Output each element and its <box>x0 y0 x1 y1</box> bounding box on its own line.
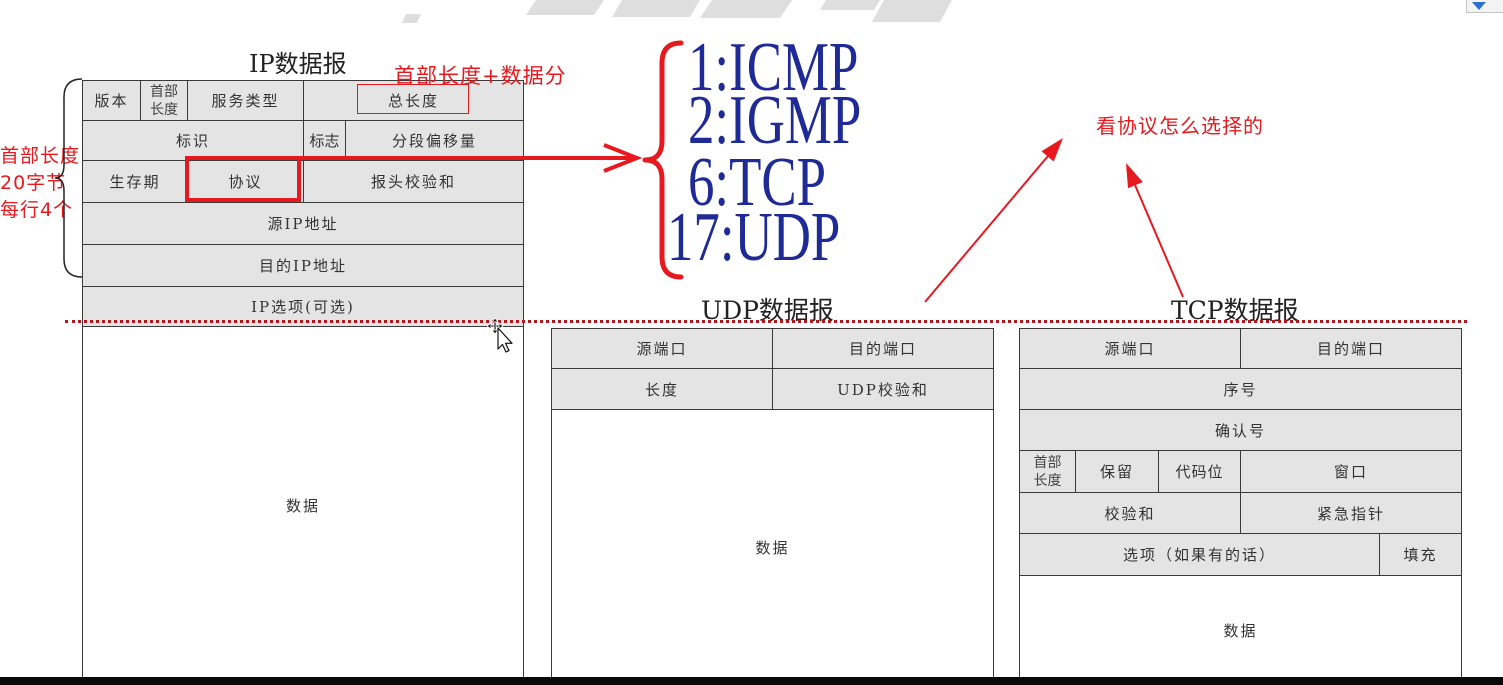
udp-destination-port-cell: 目的端口 <box>772 328 994 369</box>
move-arrow-left <box>487 322 492 330</box>
section-divider-dotted-line <box>65 320 1467 323</box>
udp-checksum-cell: UDP校验和 <box>772 368 994 410</box>
udp-length-cell: 长度 <box>551 368 773 410</box>
header-length-note: 首部长度 20字节 每行4个 <box>0 143 80 224</box>
move-arrow-down <box>491 329 499 335</box>
header-length-note-line-2: 20字节 <box>0 172 67 194</box>
tcp-padding-cell: 填充 <box>1379 533 1462 576</box>
ip-header-length-line-2: 长度 <box>150 101 178 118</box>
ip-header-length-cell: 首部 长度 <box>140 80 188 121</box>
protocol-selection-note: 看协议怎么选择的 <box>1096 114 1264 138</box>
chevron-down-icon <box>1472 2 1486 10</box>
tcp-to-note-arrow-head <box>1126 163 1143 189</box>
move-cursor-icon <box>487 318 513 353</box>
bottom-bar <box>0 677 1503 685</box>
tcp-window-cell: 窗口 <box>1240 450 1462 493</box>
move-arrow-right <box>498 322 504 330</box>
tcp-sequence-number-cell: 序号 <box>1019 368 1462 410</box>
header-length-note-line-3: 每行4个 <box>0 199 74 221</box>
ip-identification-cell: 标识 <box>82 120 304 161</box>
tcp-data-cell: 数据 <box>1019 575 1462 685</box>
ip-ttl-cell: 生存期 <box>82 160 188 203</box>
tcp-source-port-cell: 源端口 <box>1019 328 1241 369</box>
ip-source-address-cell: 源IP地址 <box>82 202 524 245</box>
tcp-options-cell: 选项（如果有的话） <box>1019 533 1380 576</box>
ip-datagram-title: IP数据报 <box>249 50 347 78</box>
watermark-shape <box>526 0 604 15</box>
watermark-shape <box>820 0 880 10</box>
tcp-destination-port-cell: 目的端口 <box>1240 328 1462 369</box>
watermark-shape <box>700 0 792 18</box>
tcp-urgent-pointer-cell: 紧急指针 <box>1240 492 1462 534</box>
udp-source-port-cell: 源端口 <box>551 328 773 369</box>
move-cross-bar-v <box>493 321 497 331</box>
udp-to-note-arrow-head <box>1041 138 1063 162</box>
tcp-checksum-cell: 校验和 <box>1019 492 1241 534</box>
tcp-code-bits-cell: 代码位 <box>1158 450 1241 493</box>
tcp-to-note-arrow <box>1126 163 1184 298</box>
tcp-reserved-cell: 保留 <box>1075 450 1159 493</box>
tcp-to-note-arrow-line <box>1134 184 1184 298</box>
tcp-ack-number-cell: 确认号 <box>1019 409 1462 451</box>
watermark-shape <box>612 0 700 17</box>
ip-service-type-cell: 服务类型 <box>187 80 304 121</box>
protocol-highlight-box <box>185 156 301 202</box>
pointer-arrow <box>497 327 513 353</box>
protocol-pointer-arrow-head <box>603 143 643 173</box>
ip-header-length-line-1: 首部 <box>150 83 178 100</box>
move-arrow-up <box>491 318 499 323</box>
protocol-value-udp: 17:UDP <box>667 199 841 276</box>
watermark-shape <box>872 0 952 22</box>
udp-data-cell: 数据 <box>551 409 994 685</box>
total-length-note: 首部长度+数据分 <box>394 64 567 88</box>
ip-flags-cell: 标志 <box>303 120 346 161</box>
ip-fragment-offset-cell: 分段偏移量 <box>345 120 524 161</box>
watermark-shape <box>402 14 421 23</box>
tcp-header-length-line-1: 首部 <box>1033 454 1062 471</box>
header-length-note-line-1: 首部长度 <box>0 145 81 167</box>
watermark <box>402 0 952 23</box>
ip-data-cell: 数据 <box>82 326 524 685</box>
ip-header-checksum-cell: 报头校验和 <box>303 160 524 203</box>
ip-destination-address-cell: 目的IP地址 <box>82 244 524 287</box>
tcp-header-length-cell: 首部 长度 <box>1019 450 1076 493</box>
ip-version-cell: 版本 <box>82 80 141 121</box>
dropdown-icon[interactable] <box>1466 0 1503 13</box>
screen: IP数据报 版本 首部 长度 服务类型 总长度 标识 标志 分段偏移量 生存期 … <box>0 0 1503 685</box>
udp-to-note-arrow <box>924 138 1063 303</box>
tcp-header-length-line-2: 长度 <box>1033 472 1062 489</box>
udp-to-note-arrow-line <box>924 155 1049 303</box>
